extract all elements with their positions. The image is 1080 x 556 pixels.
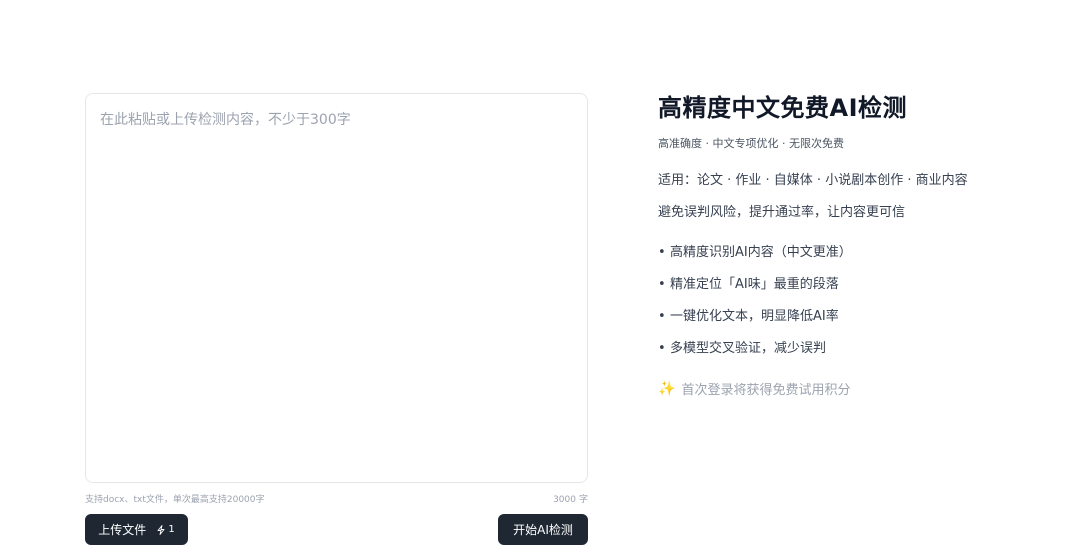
feature-item: • 精准定位「AI味」最重的段落 [658,275,1038,295]
sparkle-icon: ✨ [658,380,676,397]
word-count-unit: 字 [578,495,588,505]
start-detection-button[interactable]: 开始AI检测 [498,514,588,545]
feature-item: • 高精度识别AI内容（中文更准） [658,243,1038,263]
content-input[interactable] [86,94,587,482]
word-count-value: 3000 [553,495,576,505]
bullet-icon: • [658,341,666,356]
feature-list: • 高精度识别AI内容（中文更准） • 精准定位「AI味」最重的段落 • 一键优化文本… [658,243,1038,359]
usage-text: 适用：论文 · 作业 · 自媒体 · 小说剧本创作 · 商业内容 [658,173,968,188]
credit-cost-value: 1 [168,524,175,535]
feature-item: • 一键优化文本，明显降低AI率 [658,307,1038,327]
feature-item: • 多模型交叉验证，减少误判 [658,339,1038,359]
bonus-text: 首次登录将获得免费试用积分 [681,383,851,398]
bullet-icon: • [658,245,666,260]
page-title: 高精度中文免费AI检测 [658,94,908,122]
content-editor [85,93,588,483]
page: 支持docx、txt文件，单次最高支持20000字 3000字 上传文件 1 开… [0,0,1080,556]
lightning-icon [157,524,165,535]
bullet-icon: • [658,277,666,292]
credit-cost: 1 [156,524,175,535]
first-login-bonus: ✨ 首次登录将获得免费试用积分 [658,379,1038,399]
info-panel: 高精度中文免费AI检测 高准确度 · 中文专项优化 · 无限次免费 适用：论文 … [658,90,1038,398]
upload-file-button[interactable]: 上传文件 1 [85,514,188,545]
page-subtitle: 高准确度 · 中文专项优化 · 无限次免费 [658,137,844,150]
bullet-icon: • [658,309,666,324]
word-count: 3000 字 [553,492,588,505]
upload-file-label: 上传文件 [98,523,147,537]
upload-hint: 支持docx、txt文件，单次最高支持20000字 [85,495,265,505]
benefit-text: 避免误判风险，提升通过率，让内容更可信 [658,205,906,220]
